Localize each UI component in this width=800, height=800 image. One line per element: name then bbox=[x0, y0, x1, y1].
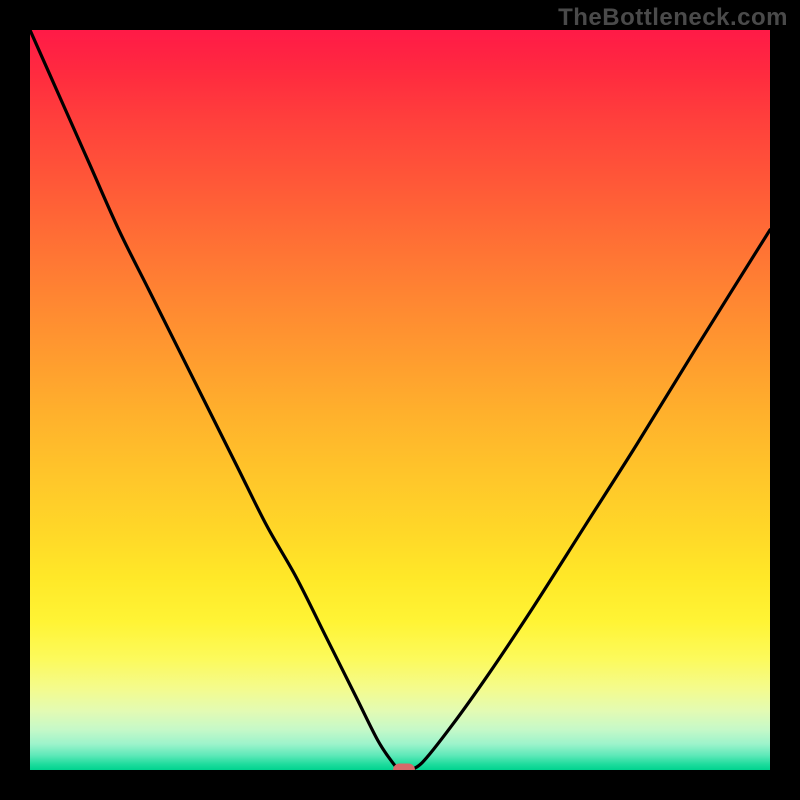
optimal-point-marker bbox=[393, 764, 415, 771]
watermark-text: TheBottleneck.com bbox=[558, 4, 788, 32]
chart-frame: TheBottleneck.com bbox=[0, 0, 800, 800]
bottleneck-curve bbox=[30, 30, 770, 770]
plot-area bbox=[30, 30, 770, 770]
